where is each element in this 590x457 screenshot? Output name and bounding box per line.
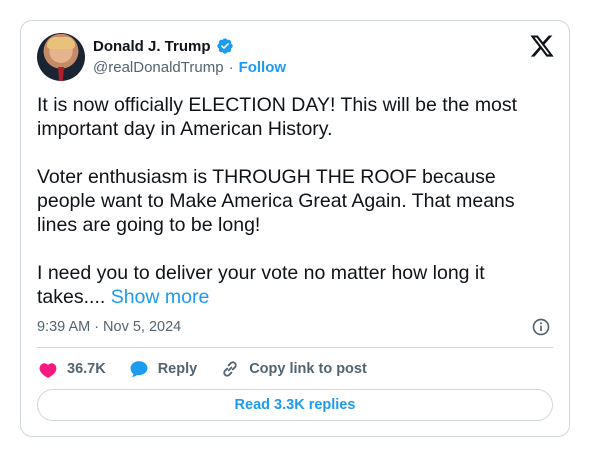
like-count: 36.7K	[67, 361, 106, 377]
x-logo-icon[interactable]	[529, 33, 555, 59]
reply-label: Reply	[157, 361, 198, 377]
post-timestamp[interactable]: 9:39 AM · Nov 5, 2024	[37, 319, 181, 335]
action-bar: 36.7K Reply Copy link to post	[37, 358, 389, 380]
author-handle[interactable]: @realDonaldTrump	[93, 59, 224, 76]
post-date: Nov 5, 2024	[103, 319, 182, 335]
post-paragraph-2: Voter enthusiasm is THROUGH THE ROOF bec…	[37, 166, 515, 236]
like-button[interactable]: 36.7K	[37, 358, 106, 380]
heart-icon	[39, 363, 57, 378]
avatar-tie	[58, 67, 64, 81]
post-paragraph-3-container: I need you to deliver your vote no matte…	[37, 261, 552, 309]
read-replies-label: Read 3.3K replies	[234, 397, 356, 413]
show-more-link[interactable]: Show more	[111, 286, 210, 308]
post-time: 9:39 AM	[37, 319, 91, 335]
avatar[interactable]	[37, 33, 85, 81]
author-name-row: Donald J. Trump	[93, 37, 234, 55]
speech-bubble-icon	[130, 361, 148, 377]
read-replies-button[interactable]: Read 3.3K replies	[37, 389, 553, 421]
verified-badge-icon	[216, 38, 233, 54]
author-name[interactable]: Donald J. Trump	[93, 38, 211, 55]
divider	[37, 347, 553, 348]
copy-link-button[interactable]: Copy link to post	[219, 358, 367, 380]
handle-separator: ·	[228, 59, 234, 76]
post-paragraph-1: It is now officially ELECTION DAY! This …	[37, 94, 518, 140]
timestamp-separator: ·	[94, 319, 100, 335]
post-text: It is now officially ELECTION DAY! This …	[37, 93, 552, 309]
embedded-post-card: Donald J. Trump @realDonaldTrump · Follo…	[20, 20, 570, 437]
info-icon[interactable]	[531, 317, 551, 337]
follow-button[interactable]: Follow	[239, 59, 287, 76]
author-handle-row: @realDonaldTrump · Follow	[93, 59, 286, 76]
avatar-hair	[47, 37, 75, 49]
reply-button[interactable]: Reply	[128, 358, 198, 380]
copy-link-label: Copy link to post	[249, 361, 367, 377]
link-icon	[223, 361, 237, 377]
post-paragraph-3: I need you to deliver your vote no matte…	[37, 262, 485, 308]
